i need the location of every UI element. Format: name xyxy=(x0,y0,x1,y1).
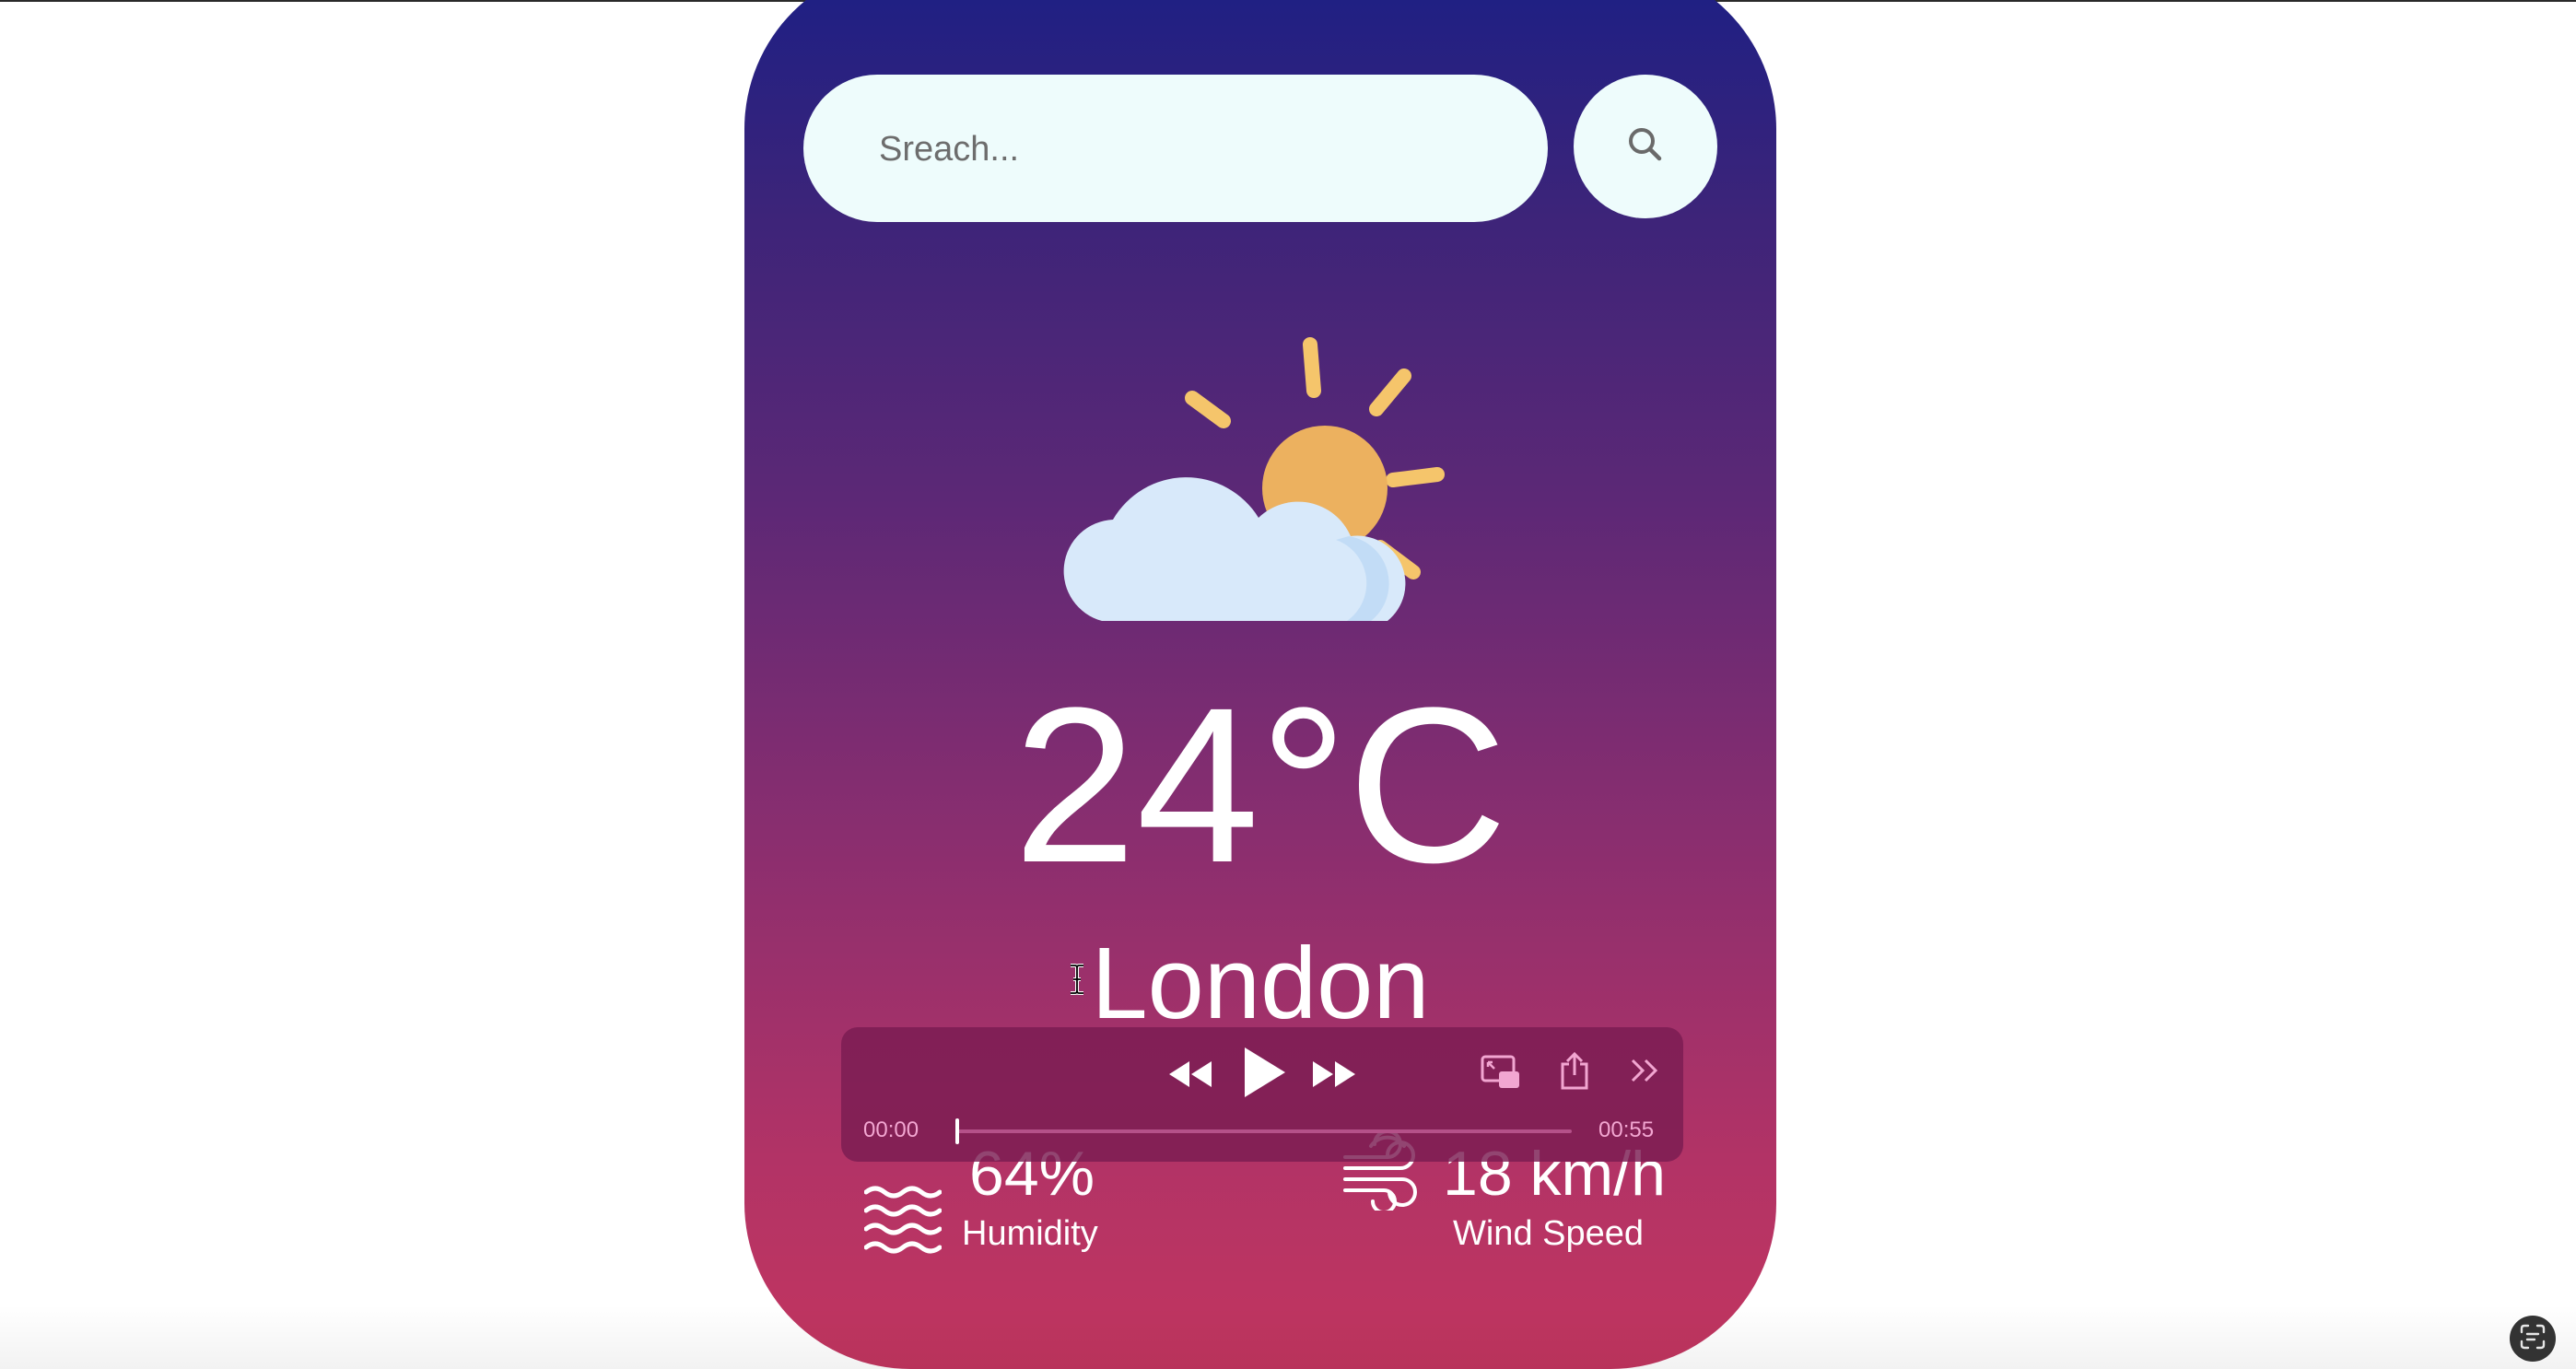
media-player: 00:00 00:55 xyxy=(841,1027,1683,1162)
search-box xyxy=(803,75,1548,224)
fast-forward-icon[interactable] xyxy=(1309,1054,1359,1094)
live-text-button[interactable] xyxy=(2510,1316,2556,1362)
current-time: 00:00 xyxy=(863,1117,919,1142)
playback-scrubber[interactable] xyxy=(956,1129,1572,1133)
weather-card: 24°C London 64% Humidity 18 km/h Wind Sp… xyxy=(744,0,1776,1369)
picture-in-picture-icon[interactable] xyxy=(1480,1053,1522,1092)
text-scan-icon xyxy=(2519,1323,2547,1355)
humidity-label: Humidity xyxy=(962,1214,1098,1253)
duration: 00:55 xyxy=(1598,1117,1655,1142)
search-icon xyxy=(1625,124,1666,170)
play-icon[interactable] xyxy=(1239,1042,1289,1103)
partly-cloudy-icon xyxy=(1043,313,1485,663)
scrubber-handle[interactable] xyxy=(955,1118,959,1144)
humidity-waves-icon xyxy=(863,1185,943,1259)
wind-speed-label: Wind Speed xyxy=(1453,1214,1645,1253)
text-cursor-icon xyxy=(1067,964,1087,995)
search-button[interactable] xyxy=(1574,75,1717,218)
city-name: London xyxy=(1091,927,1430,1040)
more-chevron-icon[interactable] xyxy=(1627,1055,1662,1086)
bottom-shadow xyxy=(0,1305,2576,1369)
share-icon[interactable] xyxy=(1556,1049,1593,1092)
search-input[interactable] xyxy=(877,75,1507,224)
temperature: 24°C xyxy=(1013,661,1508,908)
rewind-icon[interactable] xyxy=(1165,1054,1215,1094)
